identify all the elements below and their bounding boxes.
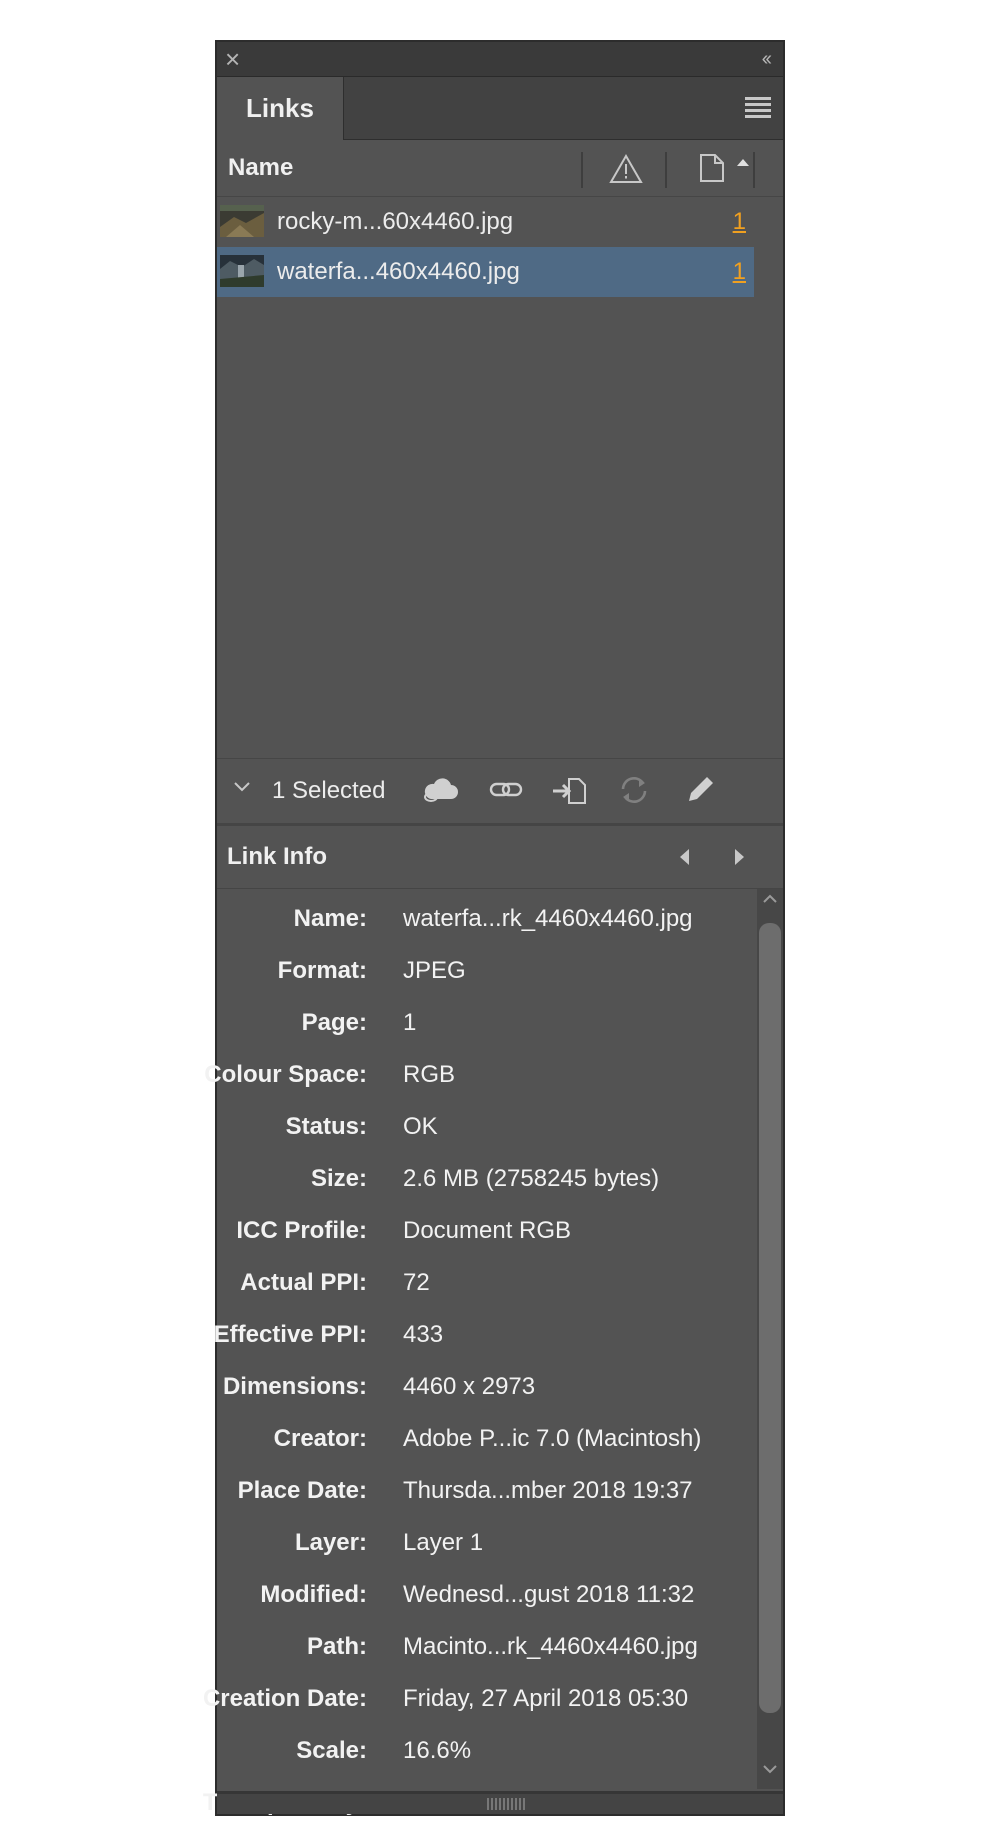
menu-icon[interactable] [745, 97, 771, 121]
close-icon[interactable]: × [225, 44, 240, 74]
info-value: Macinto...rk_4460x4460.jpg [403, 1633, 698, 1660]
info-label: Actual PPI: [240, 1269, 367, 1296]
info-value: JPEG [403, 957, 466, 984]
link-info-row: Effective PPI: 433 [213, 1309, 754, 1361]
link-info-row: Layer: Layer 1 [217, 1517, 754, 1569]
link-info-row: Path: Macinto...rk_4460x4460.jpg [217, 1621, 754, 1673]
link-info-header: Link Info [217, 826, 783, 889]
links-list: rocky-m...60x4460.jpg 1 waterfa...460x44… [217, 197, 754, 758]
info-value: Document RGB [403, 1217, 572, 1244]
page-icon[interactable] [697, 152, 727, 184]
panel-titlebar: × ‹‹ [217, 42, 783, 77]
info-label: Status: [285, 1113, 367, 1140]
info-value: Adobe P...ic 7.0 (Macintosh) [403, 1425, 702, 1452]
column-header: Name [217, 140, 783, 197]
info-value: waterfa...rk_4460x4460.jpg [403, 905, 693, 932]
go-to-link-icon[interactable] [551, 773, 589, 807]
link-info-row: Creator: Adobe P...ic 7.0 (Macintosh) [217, 1413, 754, 1465]
info-label: Creator: [273, 1425, 367, 1452]
next-link-icon[interactable] [731, 847, 747, 867]
links-toolbar: 1 Selected [217, 758, 783, 826]
link-info-row: Page: 1 [217, 997, 754, 1049]
column-name[interactable]: Name [228, 140, 293, 196]
resize-grip[interactable] [217, 1791, 783, 1814]
info-label: Dimensions: [222, 1373, 367, 1400]
link-info-row: ICC Profile: Document RGB [217, 1205, 754, 1257]
column-divider [753, 152, 755, 188]
info-value: 4460 x 2973 [403, 1373, 536, 1400]
link-info-row: Status: OK [217, 1101, 754, 1153]
link-page-number[interactable]: 1 [733, 197, 746, 247]
info-value: 72 [403, 1269, 430, 1296]
info-value: OK [403, 1113, 438, 1140]
collapse-panel-icon[interactable]: ‹‹ [762, 45, 772, 73]
link-info-list: Name: waterfa...rk_4460x4460.jpg Format: JP… [203, 889, 754, 1816]
list-item[interactable]: waterfa...460x4460.jpg 1 [217, 247, 754, 297]
thumbnail-image [220, 255, 264, 287]
info-label: Name: [293, 905, 367, 932]
link-info-title: Link Info [227, 843, 327, 870]
chevron-down-icon[interactable] [233, 777, 251, 800]
edit-original-icon[interactable] [681, 773, 719, 807]
thumbnail-image [220, 205, 264, 237]
info-label: Modified: [260, 1581, 367, 1608]
link-page-number[interactable]: 1 [733, 247, 746, 297]
scroll-up-icon[interactable] [757, 891, 783, 911]
links-panel: × ‹‹ Links Name rocky-m...60x4460.jpg 1 … [203, 40, 785, 1816]
link-info-row: Dimensions: 4460 x 2973 [217, 1361, 754, 1413]
link-info-row: Modified: Wednesd...gust 2018 11:32 [217, 1569, 754, 1621]
info-value: Friday, 27 April 2018 05:30 [403, 1685, 689, 1712]
column-divider [581, 152, 583, 188]
info-label: Place Date: [237, 1477, 367, 1504]
info-label: Colour Space: [204, 1061, 367, 1088]
info-label: Path: [307, 1633, 367, 1660]
info-label: Format: [277, 957, 367, 984]
info-label: Layer: [294, 1529, 367, 1556]
info-value: RGB [403, 1061, 456, 1088]
link-info-row: Size: 2.6 MB (2758245 bytes) [217, 1153, 754, 1205]
info-value: Layer 1 [403, 1529, 484, 1556]
selection-count: 1 Selected [272, 777, 386, 804]
info-label: Size: [310, 1165, 367, 1192]
info-value: 433 [403, 1321, 444, 1348]
warning-icon[interactable] [609, 154, 643, 184]
link-info-row: Creation Date: Friday, 27 April 2018 05:3… [203, 1673, 754, 1725]
info-label: Creation Date: [202, 1685, 367, 1712]
update-link-icon[interactable] [615, 773, 653, 807]
cloud-link-icon[interactable] [421, 773, 459, 807]
info-label: Scale: [296, 1737, 367, 1764]
link-filename: waterfa...460x4460.jpg [277, 258, 520, 285]
link-info-row: Scale: 16.6% [217, 1725, 754, 1777]
link-info-row: Place Date: Thursda...mber 2018 19:37 [217, 1465, 754, 1517]
link-filename: rocky-m...60x4460.jpg [277, 208, 514, 235]
link-info-row: Name: waterfa...rk_4460x4460.jpg [217, 893, 754, 945]
tab-links[interactable]: Links [217, 77, 344, 140]
info-value: 2.6 MB (2758245 bytes) [403, 1165, 660, 1192]
link-info-row: Colour Space: RGB [204, 1049, 754, 1101]
link-info-row: Format: JPEG [217, 945, 754, 997]
tab-bar: Links [217, 77, 783, 140]
sort-ascending-icon[interactable] [735, 156, 751, 168]
info-value: Wednesd...gust 2018 11:32 [403, 1581, 695, 1608]
info-label: Page: [301, 1009, 367, 1036]
info-value: 1 [403, 1009, 417, 1036]
info-label: Effective PPI: [213, 1321, 367, 1348]
info-value: Thursda...mber 2018 19:37 [403, 1477, 693, 1504]
relink-icon[interactable] [487, 773, 525, 807]
scrollbar[interactable] [757, 889, 783, 1789]
previous-link-icon[interactable] [677, 847, 693, 867]
list-item[interactable]: rocky-m...60x4460.jpg 1 [217, 197, 754, 247]
info-label: ICC Profile: [236, 1217, 367, 1244]
info-value: 16.6% [403, 1737, 472, 1764]
grip-icon[interactable] [487, 1798, 527, 1810]
scrollbar-thumb[interactable] [759, 923, 781, 1713]
link-info-row: Actual PPI: 72 [217, 1257, 754, 1309]
column-divider [665, 152, 667, 188]
scroll-down-icon[interactable] [757, 1761, 783, 1781]
